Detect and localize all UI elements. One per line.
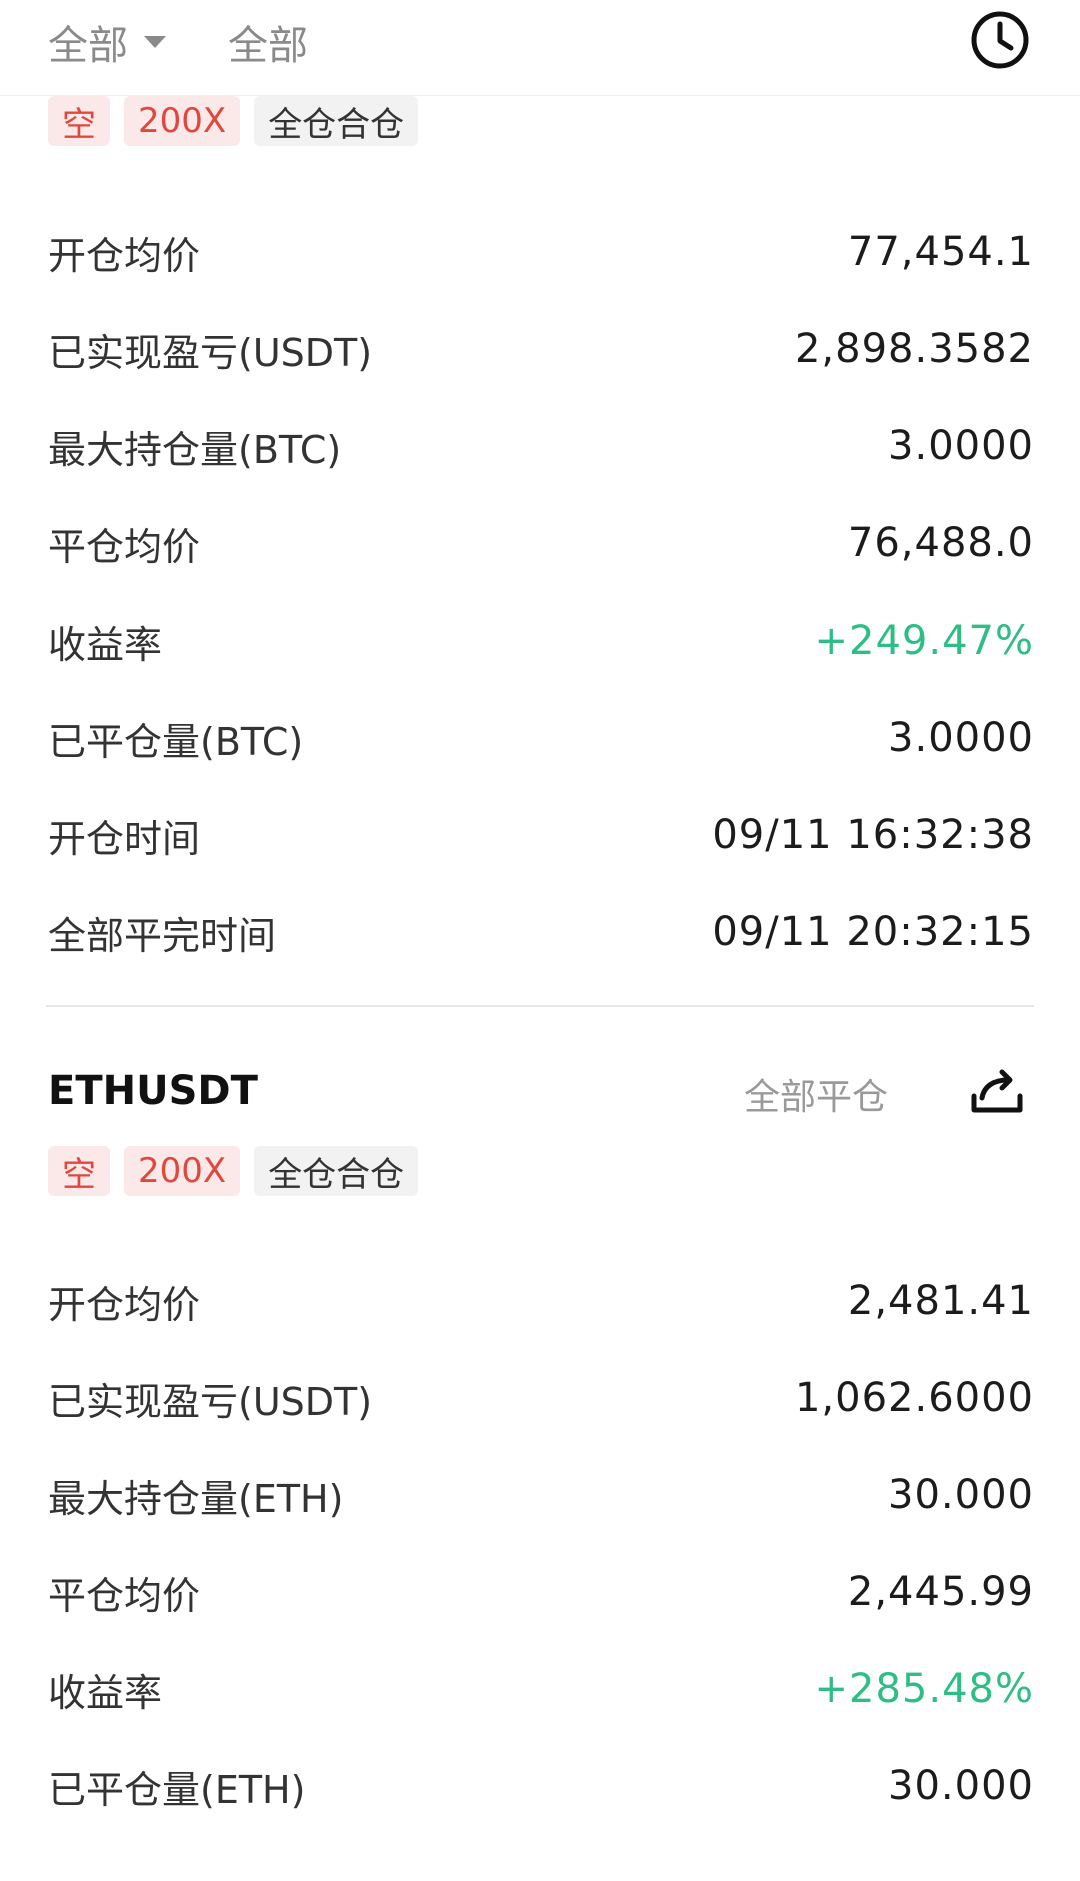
field-row: 已实现盈亏(USDT) 1,062.6000 [48, 1363, 1034, 1433]
leverage-tag: 200X [124, 1146, 241, 1196]
field-label: 开仓均价 [48, 1282, 201, 1327]
roi-value: +285.48% [814, 1666, 1034, 1712]
clock-icon [971, 11, 1029, 69]
filter-label: 全部 [48, 23, 128, 69]
field-label: 收益率 [48, 622, 163, 667]
field-value: 1,062.6000 [794, 1375, 1034, 1421]
field-value: 30.000 [888, 1763, 1034, 1809]
field-label: 已实现盈亏(USDT) [48, 1379, 373, 1424]
field-label: 平仓均价 [48, 524, 201, 569]
share-button[interactable] [966, 1062, 1028, 1124]
filter-label: 全部 [228, 23, 308, 69]
field-row: 最大持仓量(BTC) 3.0000 [48, 411, 1034, 481]
field-value: 77,454.1 [847, 229, 1034, 275]
section-divider [46, 1005, 1034, 1007]
field-label: 已实现盈亏(USDT) [48, 330, 373, 375]
share-icon [971, 1069, 1023, 1113]
field-row: 已平仓量(BTC) 3.0000 [48, 703, 1034, 773]
field-label: 最大持仓量(ETH) [48, 1476, 344, 1521]
history-button[interactable] [966, 6, 1034, 74]
caret-down-icon [144, 36, 166, 48]
field-label: 已平仓量(ETH) [48, 1767, 306, 1812]
field-row: 平仓均价 76,488.0 [48, 508, 1034, 578]
field-label: 最大持仓量(BTC) [48, 427, 342, 472]
field-row: 最大持仓量(ETH) 30.000 [48, 1460, 1034, 1530]
field-label: 全部平完时间 [48, 913, 277, 958]
field-label: 开仓时间 [48, 816, 201, 861]
field-row: 平仓均价 2,445.99 [48, 1557, 1034, 1627]
close-all-button[interactable]: 全部平仓 [744, 1068, 888, 1120]
position-tags: 空 200X 全仓合仓 [48, 96, 419, 146]
field-value: 09/11 20:32:15 [712, 909, 1034, 955]
field-value: 2,898.3582 [794, 326, 1034, 372]
filter-dropdown-2[interactable]: 全部 [228, 14, 308, 70]
field-value: 3.0000 [888, 423, 1034, 469]
leverage-tag: 200X [124, 96, 241, 146]
field-row: 已平仓量(ETH) 30.000 [48, 1751, 1034, 1821]
field-value: 3.0000 [888, 715, 1034, 761]
margin-mode-tag: 全仓合仓 [254, 1146, 419, 1196]
field-row: 全部平完时间 09/11 20:32:15 [48, 897, 1034, 967]
field-value: 09/11 16:32:38 [712, 812, 1034, 858]
field-row: 收益率 +249.47% [48, 606, 1034, 676]
field-label: 已平仓量(BTC) [48, 719, 304, 764]
filter-dropdown-all[interactable]: 全部 [48, 14, 166, 70]
field-label: 开仓均价 [48, 233, 201, 278]
field-label: 平仓均价 [48, 1573, 201, 1618]
top-filter-bar: 全部 全部 [0, 0, 1080, 96]
field-label: 收益率 [48, 1670, 163, 1715]
field-row: 开仓均价 77,454.1 [48, 217, 1034, 287]
side-tag: 空 [48, 96, 110, 146]
field-value: 2,445.99 [847, 1569, 1034, 1615]
field-row: 收益率 +285.48% [48, 1654, 1034, 1724]
side-tag: 空 [48, 1146, 110, 1196]
position-tags: 空 200X 全仓合仓 [48, 1146, 419, 1196]
field-value: 2,481.41 [847, 1278, 1034, 1324]
field-value: 30.000 [888, 1472, 1034, 1518]
position-symbol: ETHUSDT [48, 1068, 258, 1114]
field-value: 76,488.0 [847, 520, 1034, 566]
margin-mode-tag: 全仓合仓 [254, 96, 419, 146]
field-row: 已实现盈亏(USDT) 2,898.3582 [48, 314, 1034, 384]
roi-value: +249.47% [814, 618, 1034, 664]
field-row: 开仓时间 09/11 16:32:38 [48, 800, 1034, 870]
field-row: 开仓均价 2,481.41 [48, 1266, 1034, 1336]
